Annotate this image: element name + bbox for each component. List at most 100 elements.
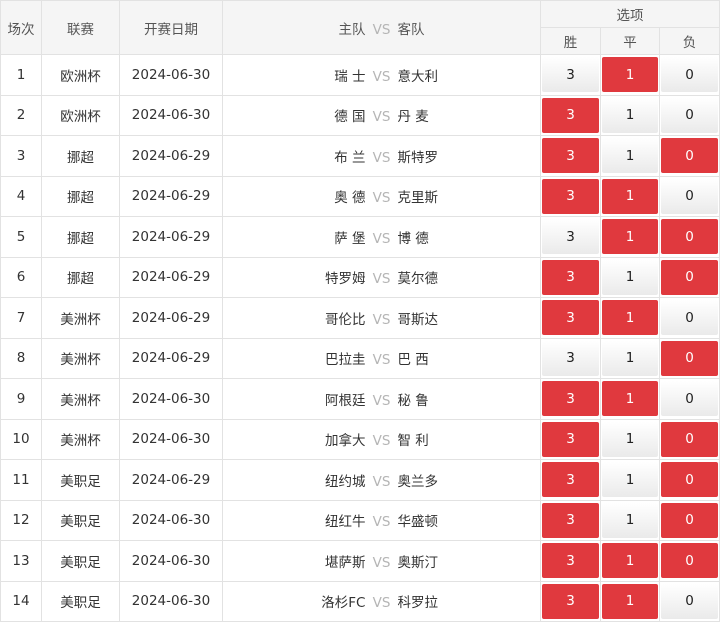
option-win-button[interactable]: 3 [542,178,599,214]
match-no: 8 [0,337,42,379]
away-team: 莫尔德 [397,271,439,288]
option-win-button[interactable]: 3 [542,462,599,498]
option-cell-lose: 0 [658,499,720,541]
match-teams: 瑞 士 VS 意大利 [222,54,541,96]
home-team: 纽约城 [325,473,366,490]
away-team: 丹 麦 [397,109,429,126]
option-win-button[interactable]: 3 [542,502,599,538]
league-name: 挪超 [41,135,120,177]
option-draw-button[interactable]: 1 [602,462,658,498]
option-lose-button[interactable]: 0 [661,300,719,336]
vs-label: VS [372,392,391,409]
option-lose-button[interactable]: 0 [661,340,719,376]
option-cell-lose: 0 [658,297,720,339]
league-name: 美职足 [41,540,120,582]
option-lose-button[interactable]: 0 [661,219,719,255]
option-draw-button[interactable]: 1 [602,583,658,619]
away-team: 智 利 [397,433,429,450]
option-draw-button[interactable]: 1 [602,543,658,579]
match-no: 13 [0,540,42,582]
option-lose-button[interactable]: 0 [661,57,719,93]
away-team: 奥斯汀 [397,554,439,571]
match-date: 2024-06-29 [119,337,223,379]
match-date: 2024-06-29 [119,175,223,217]
vs-label: VS [372,352,391,369]
option-draw-button[interactable]: 1 [602,502,658,538]
table-row: 7 美洲杯 2024-06-29 哥伦比 VS 哥斯达 3 1 0 [0,297,720,339]
vs-label: VS [372,109,391,126]
vs-label: VS [372,271,391,288]
option-cell-draw: 1 [600,418,660,460]
vs-label: VS [372,68,391,85]
option-win-button[interactable]: 3 [542,300,599,336]
option-win-button[interactable]: 3 [542,57,599,93]
option-cell-win: 3 [540,256,601,298]
option-cell-draw: 1 [600,216,660,258]
option-cell-draw: 1 [600,580,660,622]
home-team: 哥伦比 [325,311,366,328]
option-draw-button[interactable]: 1 [602,97,658,133]
match-date: 2024-06-30 [119,540,223,582]
option-lose-button[interactable]: 0 [661,543,719,579]
option-lose-button[interactable]: 0 [661,178,719,214]
league-name: 欧洲杯 [41,94,120,136]
match-date: 2024-06-30 [119,580,223,622]
option-lose-button[interactable]: 0 [661,138,719,174]
home-team: 德 国 [334,109,366,126]
match-no: 4 [0,175,42,217]
match-teams: 纽红牛 VS 华盛顿 [222,499,541,541]
match-teams: 哥伦比 VS 哥斯达 [222,297,541,339]
option-draw-button[interactable]: 1 [602,138,658,174]
match-teams: 阿根廷 VS 秘 鲁 [222,378,541,420]
option-cell-lose: 0 [658,459,720,501]
option-lose-button[interactable]: 0 [661,583,719,619]
away-team: 科罗拉 [397,595,439,612]
away-team: 斯特罗 [397,149,439,166]
option-win-button[interactable]: 3 [542,259,599,295]
option-win-button[interactable]: 3 [542,583,599,619]
league-name: 美职足 [41,499,120,541]
option-cell-draw: 1 [600,378,660,420]
match-teams: 堪萨斯 VS 奥斯汀 [222,540,541,582]
option-cell-win: 3 [540,297,601,339]
option-draw-button[interactable]: 1 [602,300,658,336]
match-no: 11 [0,459,42,501]
match-no: 1 [0,54,42,96]
match-no: 14 [0,580,42,622]
option-win-button[interactable]: 3 [542,340,599,376]
option-draw-button[interactable]: 1 [602,259,658,295]
option-cell-win: 3 [540,337,601,379]
option-win-button[interactable]: 3 [542,381,599,417]
option-draw-button[interactable]: 1 [602,381,658,417]
option-cell-lose: 0 [658,256,720,298]
col-header-win: 胜 [540,27,601,55]
option-cell-lose: 0 [658,540,720,582]
match-no: 5 [0,216,42,258]
option-draw-button[interactable]: 1 [602,219,658,255]
option-win-button[interactable]: 3 [542,543,599,579]
match-table: 场次 联赛 开赛日期 主队 VS 客队 选项 胜 平 负 1 欧洲杯 2024-06-3… [0,0,720,622]
option-draw-button[interactable]: 1 [602,178,658,214]
option-win-button[interactable]: 3 [542,219,599,255]
option-lose-button[interactable]: 0 [661,381,719,417]
option-draw-button[interactable]: 1 [602,421,658,457]
home-team: 瑞 士 [334,68,366,85]
option-win-button[interactable]: 3 [542,97,599,133]
option-draw-button[interactable]: 1 [602,57,658,93]
match-no: 2 [0,94,42,136]
vs-label: VS [372,149,391,166]
option-cell-lose: 0 [658,337,720,379]
match-no: 9 [0,378,42,420]
match-date: 2024-06-30 [119,499,223,541]
option-lose-button[interactable]: 0 [661,259,719,295]
option-lose-button[interactable]: 0 [661,421,719,457]
option-lose-button[interactable]: 0 [661,97,719,133]
option-lose-button[interactable]: 0 [661,462,719,498]
option-cell-win: 3 [540,499,601,541]
option-draw-button[interactable]: 1 [602,340,658,376]
option-lose-button[interactable]: 0 [661,502,719,538]
table-row: 13 美职足 2024-06-30 堪萨斯 VS 奥斯汀 3 1 0 [0,540,720,582]
option-win-button[interactable]: 3 [542,421,599,457]
option-win-button[interactable]: 3 [542,138,599,174]
option-cell-lose: 0 [658,580,720,622]
